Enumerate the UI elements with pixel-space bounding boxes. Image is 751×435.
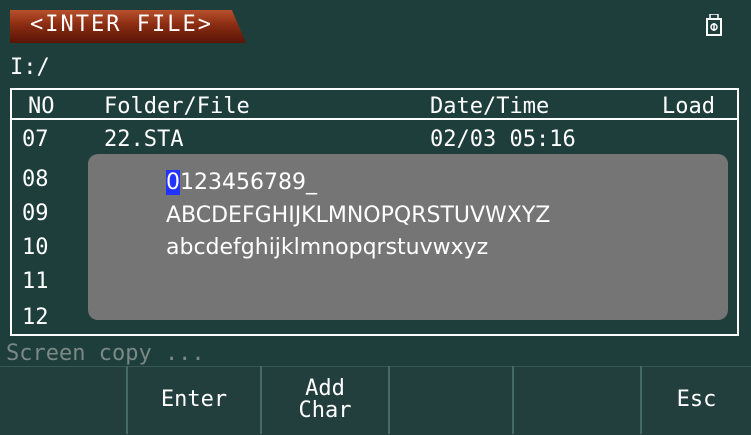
file-name[interactable]: 22.STA <box>104 127 183 152</box>
status-message: Screen copy ... <box>6 341 205 366</box>
page-title: <INTER FILE> <box>30 12 213 37</box>
row-number[interactable]: 09 <box>22 201 49 226</box>
add-char-button[interactable]: Add Char <box>260 366 388 434</box>
row-number[interactable]: 11 <box>22 269 49 294</box>
picker-digits[interactable]: 123456789_ <box>180 170 317 195</box>
softkey-5[interactable] <box>512 366 640 434</box>
softkey-1[interactable] <box>0 366 126 434</box>
column-header-folder-file: Folder/File <box>104 94 250 119</box>
softkey-4[interactable] <box>388 366 512 434</box>
file-datetime: 02/03 05:16 <box>430 127 576 152</box>
esc-button[interactable]: Esc <box>640 366 751 434</box>
selected-character[interactable]: 0 <box>166 170 180 195</box>
picker-line-lowercase[interactable]: abcdefghijklmnopqrstuvwxyz <box>166 235 488 260</box>
row-number[interactable]: 07 <box>22 127 49 152</box>
column-header-load: Load <box>662 94 715 119</box>
row-number[interactable]: 08 <box>22 167 49 192</box>
instrument-screen: <INTER FILE> I:/ NO Folder/File Date/Tim… <box>0 0 751 435</box>
column-header-date-time: Date/Time <box>430 94 550 119</box>
enter-button[interactable]: Enter <box>126 366 260 434</box>
current-path: I:/ <box>10 55 50 80</box>
column-header-no: NO <box>28 94 55 119</box>
row-number[interactable]: 12 <box>22 305 49 330</box>
usb-drive-icon <box>706 14 722 36</box>
row-number[interactable]: 10 <box>22 235 49 260</box>
picker-line-digits[interactable]: 0123456789_ <box>166 170 317 195</box>
picker-line-uppercase[interactable]: ABCDEFGHIJKLMNOPQRSTUVWXYZ <box>166 203 550 228</box>
